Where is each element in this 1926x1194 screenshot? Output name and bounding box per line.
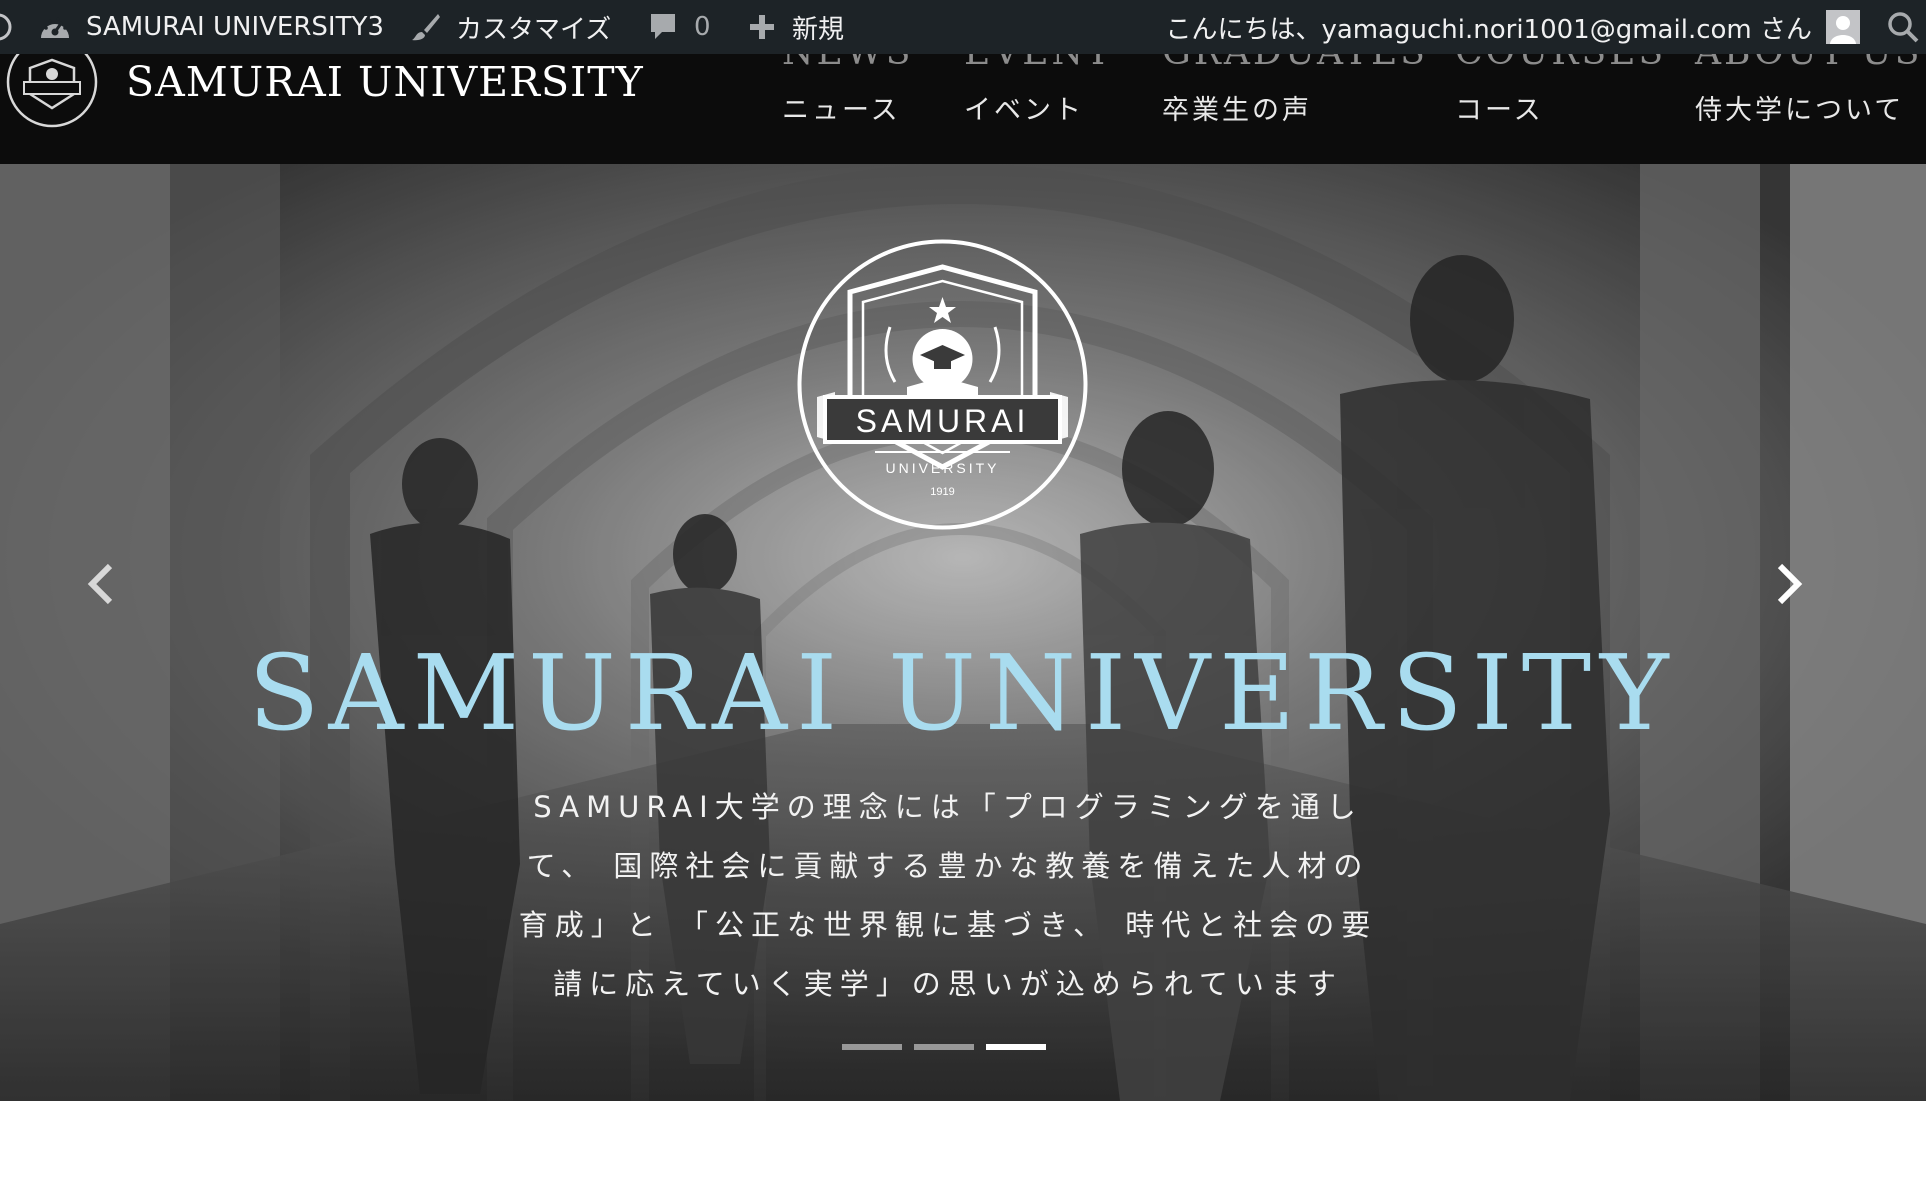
nav-item-news-ja: ニュース [782,95,901,126]
carousel-indicator[interactable] [914,1044,974,1050]
nav-item-news-en: NEWS [782,54,913,73]
comment-icon [651,14,675,39]
nav-item-graduates-en: GRADUATES [1162,54,1428,73]
emblem-subtitle: UNIVERSITY [885,460,999,476]
admin-bar-new-label: 新規 [792,14,845,45]
hero-description-line: SAMURAI大学の理念には「プログラミングを通し [533,790,1363,824]
nav-item-about-us-en: ABOUT US [1695,54,1922,73]
nav-item-courses-en: COURSES [1455,54,1666,73]
admin-bar-comments[interactable]: 0 [648,0,711,54]
site-logo[interactable] [4,54,100,130]
hero-description: SAMURAI大学の理念には「プログラミングを通し て、 国際社会に貢献する豊か… [488,778,1408,1014]
emblem-name: SAMURAI [856,403,1030,439]
carousel-indicator[interactable] [986,1044,1046,1050]
site-title[interactable]: SAMURAI UNIVERSITY [126,58,644,106]
plus-icon [750,15,774,39]
admin-bar: SAMURAI UNIVERSITY3 カスタマイズ 0 新規 こんにちは、ya… [0,0,1926,54]
hero-description-line: 請に応えていく実学」の思いが込められています [553,967,1343,1001]
wordpress-icon [0,13,12,41]
nav-item-about-us-ja: 侍大学について [1695,95,1905,126]
search-icon [1888,12,1919,43]
site-header: SAMURAI UNIVERSITY NEWS ニュース EVENT イベント … [0,54,1926,164]
admin-bar-site-link[interactable]: SAMURAI UNIVERSITY3 [38,0,384,54]
admin-bar-site-name: SAMURAI UNIVERSITY3 [86,12,384,42]
nav-item-event-ja: イベント [964,95,1084,126]
dashboard-icon [41,17,69,38]
admin-bar-comments-count: 0 [694,12,711,42]
brush-icon [412,14,440,41]
carousel-prev-button[interactable] [72,554,132,614]
chevron-right-icon [1777,563,1803,605]
hero-description-line: て、 国際社会に貢献する豊かな教養を備えた人材の [526,849,1370,883]
admin-bar-account[interactable]: こんにちは、yamaguchi.nori1001@gmail.com さん [1165,0,1860,54]
carousel-indicators [842,1044,1046,1050]
carousel-next-button[interactable] [1758,554,1818,614]
university-emblem-icon: SAMURAI UNIVERSITY 1919 [797,239,1088,530]
admin-bar-new[interactable]: 新規 [748,0,844,54]
wordpress-menu[interactable] [0,0,12,54]
hero-carousel: SAMURAI UNIVERSITY 1919 SAMURAI UNIVERSI… [0,164,1926,1101]
admin-bar-customize[interactable]: カスタマイズ [410,0,611,54]
nav-item-graduates-ja: 卒業生の声 [1162,95,1312,126]
admin-bar-customize-label: カスタマイズ [456,14,612,45]
admin-bar-greeting: こんにちは、yamaguchi.nori1001@gmail.com さん [1165,14,1812,45]
user-avatar-icon [1826,10,1860,44]
admin-bar-search[interactable] [1886,0,1920,54]
hero-description-line: 育成」と 「公正な世界観に基づき、 時代と社会の要 [518,908,1378,942]
nav-item-event-en: EVENT [964,54,1113,73]
emblem-year: 1919 [930,486,954,498]
carousel-indicator[interactable] [842,1044,902,1050]
nav-item-courses-ja: コース [1455,95,1544,126]
hero-title: SAMURAI UNIVERSITY [248,632,1678,754]
chevron-left-icon [87,563,113,605]
